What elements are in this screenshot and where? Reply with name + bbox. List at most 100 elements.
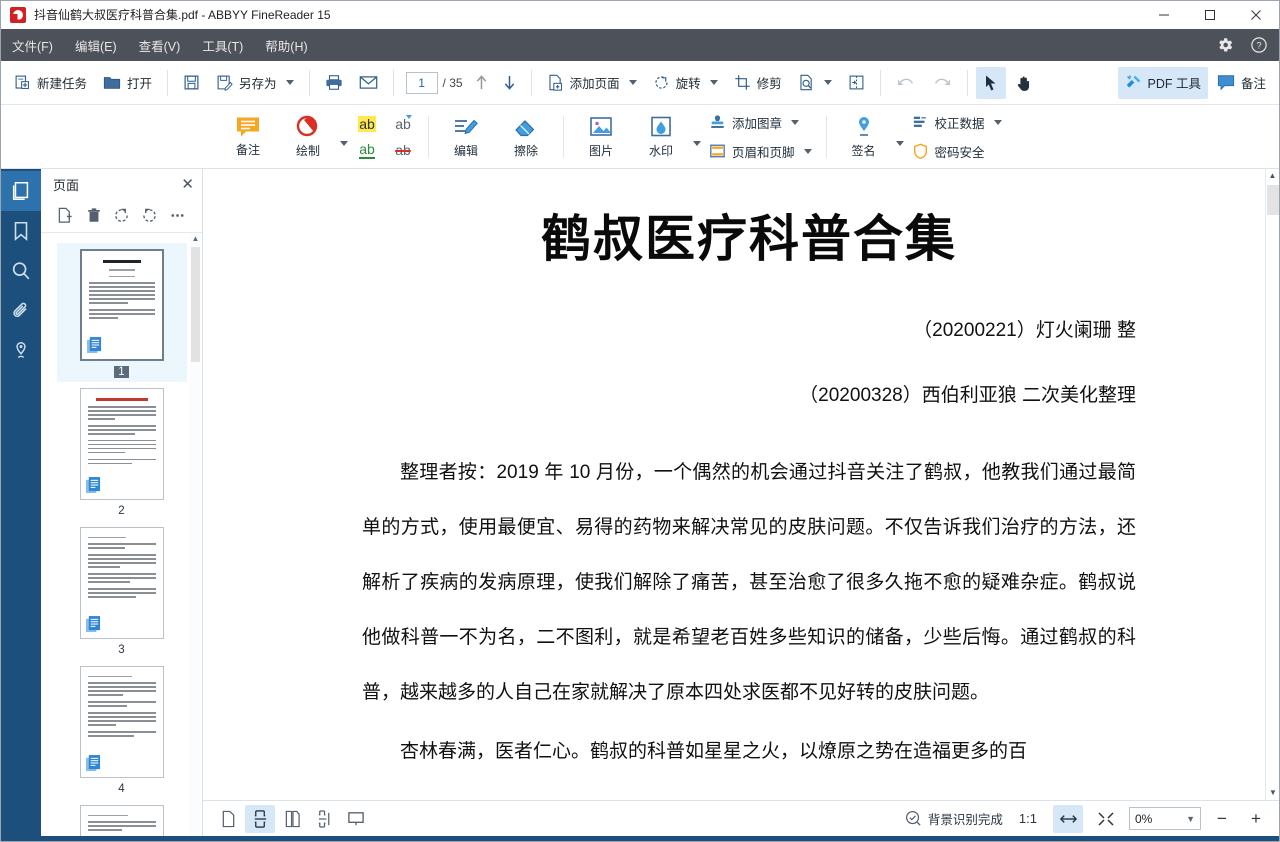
split-button[interactable] (841, 67, 872, 99)
gear-icon[interactable] (1215, 35, 1235, 55)
rail-attachment-icon[interactable] (1, 291, 41, 331)
ribbon-edit-button[interactable]: 编辑 (437, 108, 495, 166)
abbyy-logo-icon (10, 7, 26, 23)
menu-file[interactable]: 文件(F) (1, 29, 64, 61)
undo-button[interactable] (889, 67, 923, 99)
chevron-down-icon[interactable] (994, 120, 1002, 125)
delete-icon[interactable] (81, 203, 107, 229)
ribbon-verify-data-button[interactable]: 校正数据 (906, 109, 1008, 136)
page-number-input[interactable] (406, 72, 438, 94)
scroll-up-icon[interactable]: ▲ (1266, 169, 1279, 183)
menu-edit[interactable]: 编辑(E) (64, 29, 128, 61)
maximize-button[interactable] (1187, 1, 1233, 29)
chevron-down-icon[interactable]: ▼ (1186, 814, 1195, 824)
fit-page-button[interactable] (1091, 805, 1121, 833)
ribbon-signature-button[interactable]: 签名 (835, 108, 893, 166)
rotate-button[interactable]: 旋转 (646, 67, 725, 99)
thumbnail-page-3[interactable]: 3 (57, 521, 187, 660)
menu-view[interactable]: 查看(V) (128, 29, 192, 61)
thumbnail-page-2[interactable]: 2 (57, 382, 187, 521)
menu-help[interactable]: 帮助(H) (254, 29, 318, 61)
document-scrollbar[interactable]: ▲ ▼ (1265, 169, 1279, 800)
rail-pages-icon[interactable] (1, 171, 41, 211)
new-task-button[interactable]: 新建任务 (7, 67, 94, 99)
window-bottom-accent (1, 836, 1279, 841)
rail-signature-icon[interactable] (1, 331, 41, 371)
select-tool-button[interactable] (976, 67, 1006, 99)
strikethrough-icon[interactable]: ab (390, 139, 416, 161)
chevron-down-icon[interactable] (710, 80, 718, 85)
menu-tools[interactable]: 工具(T) (191, 29, 254, 61)
thumbnail-page-1[interactable]: 1 (57, 243, 187, 382)
chevron-down-icon[interactable] (804, 149, 812, 154)
view-continuous-button[interactable] (245, 805, 275, 833)
chevron-down-icon[interactable] (286, 80, 294, 85)
scrollbar-thumb[interactable] (1267, 185, 1279, 215)
ribbon-header-footer-button[interactable]: 页眉和页脚 (703, 138, 818, 165)
open-button[interactable]: 打开 (96, 67, 159, 99)
add-page-icon[interactable] (53, 203, 79, 229)
recognition-status: 背景识别完成 (905, 809, 1003, 828)
pdf-tools-button[interactable]: PDF 工具 (1118, 67, 1208, 99)
ribbon-draw-button[interactable]: 绘制 (279, 108, 337, 166)
crop-button[interactable]: 修剪 (727, 67, 789, 99)
zoom-out-button[interactable]: − (1209, 806, 1235, 832)
view-single-page-button[interactable] (213, 805, 243, 833)
thumbnail-list[interactable]: 1 2 (41, 233, 202, 836)
close-panel-icon[interactable]: ✕ (181, 175, 194, 193)
chevron-down-icon[interactable] (791, 120, 799, 125)
zoom-level-select[interactable]: 0% ▼ (1129, 807, 1201, 830)
scroll-down-icon[interactable]: ▼ (1266, 786, 1279, 800)
underline-icon[interactable]: ab (354, 139, 380, 161)
view-facing-button[interactable] (277, 805, 307, 833)
save-as-button[interactable]: 另存为 (209, 67, 301, 99)
zoom-in-button[interactable]: + (1243, 806, 1269, 832)
chevron-down-icon[interactable] (629, 80, 637, 85)
minimize-button[interactable] (1141, 1, 1187, 29)
ribbon-watermark-button[interactable]: 水印 (632, 108, 690, 166)
chevron-down-icon[interactable] (340, 141, 348, 146)
thumb-title-line (96, 398, 148, 401)
email-button[interactable] (352, 67, 385, 99)
document-scroll-area[interactable]: 鹤叔医疗科普合集 （20200221）灯火阑珊 整 （20200328）西伯利亚… (203, 169, 1265, 800)
fit-width-button[interactable] (1053, 805, 1083, 833)
view-facing-continuous-button[interactable] (309, 805, 339, 833)
inspect-icon (798, 74, 815, 91)
previous-page-button[interactable] (469, 69, 495, 97)
question-icon[interactable]: ? (1249, 35, 1269, 55)
comment-toolbar-label: 备注 (1241, 73, 1266, 92)
more-icon[interactable] (165, 203, 191, 229)
ribbon-erase-button[interactable]: 擦除 (497, 108, 555, 166)
toolbar-divider (309, 70, 310, 96)
comment-toolbar-button[interactable]: 备注 (1210, 67, 1273, 99)
inspect-button[interactable] (791, 67, 839, 99)
rail-search-icon[interactable] (1, 251, 41, 291)
rotate-left-icon[interactable] (109, 203, 135, 229)
thumbnail-scrollbar[interactable]: ▲ (190, 233, 201, 836)
close-button[interactable] (1233, 1, 1279, 29)
ribbon-image-button[interactable]: 图片 (572, 108, 630, 166)
add-page-button[interactable]: 添加页面 (540, 67, 644, 99)
thumbnail-page-5[interactable]: 5 (57, 799, 187, 836)
next-page-button[interactable] (497, 69, 523, 97)
redo-button[interactable] (925, 67, 959, 99)
ribbon-add-stamp-button[interactable]: 添加图章 (703, 109, 818, 136)
chevron-down-icon[interactable] (824, 80, 832, 85)
chevron-down-icon[interactable] (693, 141, 701, 146)
actual-size-button[interactable]: 1:1 (1011, 811, 1045, 826)
hand-tool-button[interactable] (1008, 67, 1040, 99)
highlight-icon[interactable]: ab (354, 113, 380, 135)
view-presentation-button[interactable] (341, 805, 371, 833)
chevron-down-icon[interactable] (896, 141, 904, 146)
print-button[interactable] (318, 67, 350, 99)
pdf-page-1[interactable]: 鹤叔医疗科普合集 （20200221）灯火阑珊 整 （20200328）西伯利亚… (222, 169, 1246, 800)
scroll-up-icon[interactable]: ▲ (190, 233, 201, 245)
thumbnail-page-4[interactable]: 4 (57, 660, 187, 799)
rotate-right-icon[interactable] (137, 203, 163, 229)
text-note-icon[interactable]: ab (390, 113, 416, 135)
ribbon-comment-button[interactable]: 备注 (219, 108, 277, 166)
save-button[interactable] (176, 67, 207, 99)
scrollbar-thumb[interactable] (191, 247, 200, 362)
ribbon-password-security-button[interactable]: 密码安全 (906, 138, 1008, 165)
rail-bookmark-icon[interactable] (1, 211, 41, 251)
